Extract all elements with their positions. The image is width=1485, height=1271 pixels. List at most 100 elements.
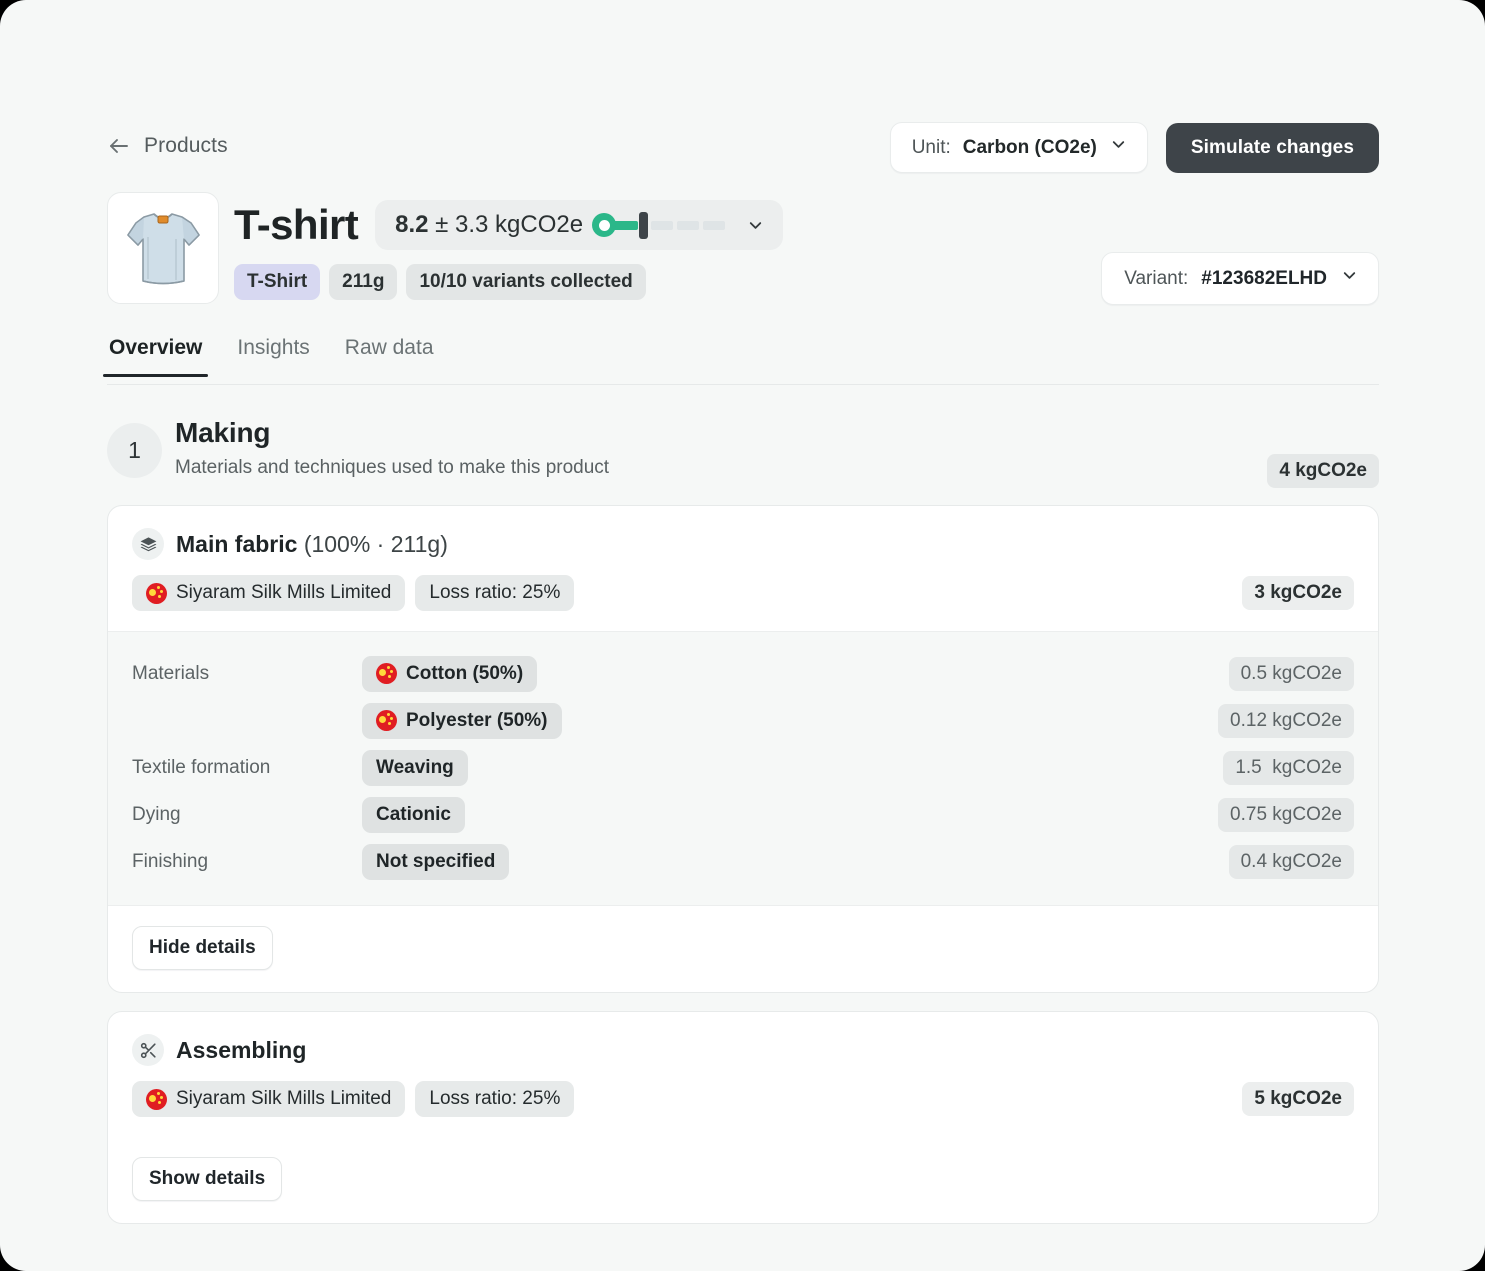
- unit-select[interactable]: Unit: Carbon (CO2e): [889, 122, 1148, 173]
- card-name-text: Main fabric: [176, 530, 298, 557]
- chevron-down-icon[interactable]: [746, 216, 765, 235]
- stage-title: Making: [175, 417, 271, 448]
- card-name-text: Assembling: [176, 1036, 307, 1063]
- detail-value-chip[interactable]: Weaving: [362, 749, 468, 786]
- detail-value-chip[interactable]: Polyester (50%): [362, 702, 562, 739]
- detail-label: Dying: [132, 803, 181, 825]
- card-main-fabric-footer: Hide details: [108, 906, 1378, 992]
- impact-number: 8.2: [395, 211, 429, 238]
- detail-row: Dying Cationic 0.75 kgCO2e: [132, 791, 1354, 838]
- page-title: T-shirt: [234, 201, 359, 248]
- badge-category: T-Shirt: [234, 264, 321, 300]
- scale-segment: [703, 220, 726, 230]
- card-title: Main fabric (100% · 211g): [176, 531, 448, 558]
- stage-number: 1: [107, 423, 162, 478]
- card-assembling-header: Assembling Siyaram Silk Mills Limited Lo…: [108, 1012, 1378, 1137]
- detail-label: Materials: [132, 662, 210, 684]
- detail-value-text: Cotton (50%): [406, 662, 524, 684]
- detail-value-text: Cationic: [376, 803, 451, 825]
- card-main-fabric-details: Materials Cotton (50%) 0.5 kgCO2e Polyes…: [108, 631, 1378, 906]
- card-assembling-footer: Show details: [108, 1137, 1378, 1223]
- t-shirt-illustration: [127, 213, 200, 285]
- card-chip-row: Siyaram Silk Mills Limited Loss ratio: 2…: [132, 1081, 1354, 1117]
- card-chip-row: Siyaram Silk Mills Limited Loss ratio: 2…: [132, 575, 1354, 611]
- supplier-chip[interactable]: Siyaram Silk Mills Limited: [132, 1081, 406, 1117]
- show-details-button[interactable]: Show details: [132, 1157, 283, 1201]
- variant-select-value: #123682ELHD: [1201, 267, 1327, 289]
- top-bar: Products Unit: Carbon (CO2e) Simulate ch…: [107, 122, 1379, 184]
- detail-value-chip[interactable]: Cotton (50%): [362, 655, 538, 692]
- product-badges: T-Shirt 211g 10/10 variants collected: [234, 264, 646, 300]
- tab-insights[interactable]: Insights: [235, 332, 311, 376]
- tab-bar: Overview Insights Raw data: [102, 332, 1379, 385]
- china-flag-icon: [146, 582, 167, 604]
- card-assembling: Assembling Siyaram Silk Mills Limited Lo…: [107, 1011, 1379, 1224]
- scale-segment: [677, 220, 700, 230]
- back-to-products-link[interactable]: Products: [107, 134, 228, 158]
- card-impact-value: 5 kgCO2e: [1242, 1082, 1354, 1116]
- scale-segment: [651, 220, 674, 230]
- hide-details-button[interactable]: Hide details: [132, 926, 273, 970]
- china-flag-icon: [376, 710, 397, 731]
- card-impact-value: 3 kgCO2e: [1242, 576, 1354, 610]
- product-header: T-shirt 8.2 ± 3.3 kgCO2e T-Shirt 211g 10…: [107, 192, 1379, 314]
- detail-amount: 0.12 kgCO2e: [1218, 703, 1354, 738]
- chevron-down-icon: [1109, 135, 1128, 160]
- layers-icon: [132, 528, 164, 560]
- back-label: Products: [144, 134, 228, 157]
- badge-variants-collected: 10/10 variants collected: [406, 264, 646, 300]
- arrow-left-icon: [107, 134, 131, 158]
- card-main-fabric-header: Main fabric (100% · 211g) Siyaram Silk M…: [108, 506, 1378, 631]
- detail-label: Finishing: [132, 850, 209, 872]
- detail-amount: 1.5 kgCO2e: [1223, 750, 1354, 785]
- detail-row: Polyester (50%) 0.12 kgCO2e: [132, 697, 1354, 744]
- chevron-down-icon: [1340, 266, 1359, 291]
- unit-select-value: Carbon (CO2e): [962, 136, 1097, 158]
- badge-weight: 211g: [329, 264, 398, 300]
- detail-amount: 0.75 kgCO2e: [1218, 797, 1354, 832]
- impact-pill[interactable]: 8.2 ± 3.3 kgCO2e: [375, 200, 784, 250]
- stage-subtitle: Materials and techniques used to make th…: [175, 457, 610, 478]
- detail-row: Materials Cotton (50%) 0.5 kgCO2e: [132, 650, 1354, 697]
- app-window: Products Unit: Carbon (CO2e) Simulate ch…: [0, 0, 1485, 1271]
- detail-value-text: Weaving: [376, 756, 454, 778]
- card-meta-text: (100% · 211g): [303, 530, 448, 557]
- card-main-fabric: Main fabric (100% · 211g) Siyaram Silk M…: [107, 505, 1379, 993]
- card-title-row: Main fabric (100% · 211g): [132, 528, 1354, 560]
- stage-impact-value: 4 kgCO2e: [1267, 454, 1379, 488]
- impact-marker-icon: [592, 213, 617, 237]
- detail-row: Finishing Not specified 0.4 kgCO2e: [132, 838, 1354, 885]
- impact-current-marker: [639, 211, 649, 239]
- loss-ratio-chip: Loss ratio: 25%: [415, 1081, 575, 1117]
- detail-label: Textile formation: [132, 756, 271, 778]
- tab-overview[interactable]: Overview: [102, 332, 209, 377]
- impact-scale[interactable]: [592, 211, 726, 239]
- detail-value-chip[interactable]: Cationic: [362, 796, 465, 833]
- detail-value-text: Not specified: [376, 850, 496, 872]
- top-bar-actions: Unit: Carbon (CO2e) Simulate changes: [889, 122, 1379, 173]
- unit-select-label: Unit:: [911, 136, 951, 158]
- product-thumbnail: [107, 192, 219, 304]
- scale-track: [651, 220, 726, 230]
- detail-row: Textile formation Weaving 1.5 kgCO2e: [132, 744, 1354, 791]
- detail-amount: 0.4 kgCO2e: [1228, 844, 1354, 879]
- supplier-name: Siyaram Silk Mills Limited: [176, 1088, 392, 1109]
- detail-value-text: Polyester (50%): [406, 709, 548, 731]
- china-flag-icon: [146, 1088, 167, 1110]
- page-content: Products Unit: Carbon (CO2e) Simulate ch…: [102, 0, 1379, 1224]
- stage-header: 1 Making Materials and techniques used t…: [107, 417, 1379, 499]
- card-title-row: Assembling: [132, 1034, 1354, 1066]
- supplier-name: Siyaram Silk Mills Limited: [176, 582, 392, 603]
- variant-select[interactable]: Variant: #123682ELHD: [1101, 252, 1379, 305]
- china-flag-icon: [376, 663, 397, 684]
- impact-value: 8.2 ± 3.3 kgCO2e: [395, 211, 583, 239]
- detail-value-chip[interactable]: Not specified: [362, 843, 510, 880]
- tab-raw-data[interactable]: Raw data: [343, 332, 436, 376]
- simulate-changes-button[interactable]: Simulate changes: [1165, 122, 1379, 173]
- card-title: Assembling: [176, 1037, 306, 1064]
- impact-uncertainty: ± 3.3 kgCO2e: [428, 211, 584, 238]
- scissors-icon: [132, 1034, 164, 1066]
- supplier-chip[interactable]: Siyaram Silk Mills Limited: [132, 575, 406, 611]
- product-title-row: T-shirt 8.2 ± 3.3 kgCO2e: [234, 192, 784, 258]
- variant-select-label: Variant:: [1124, 267, 1189, 289]
